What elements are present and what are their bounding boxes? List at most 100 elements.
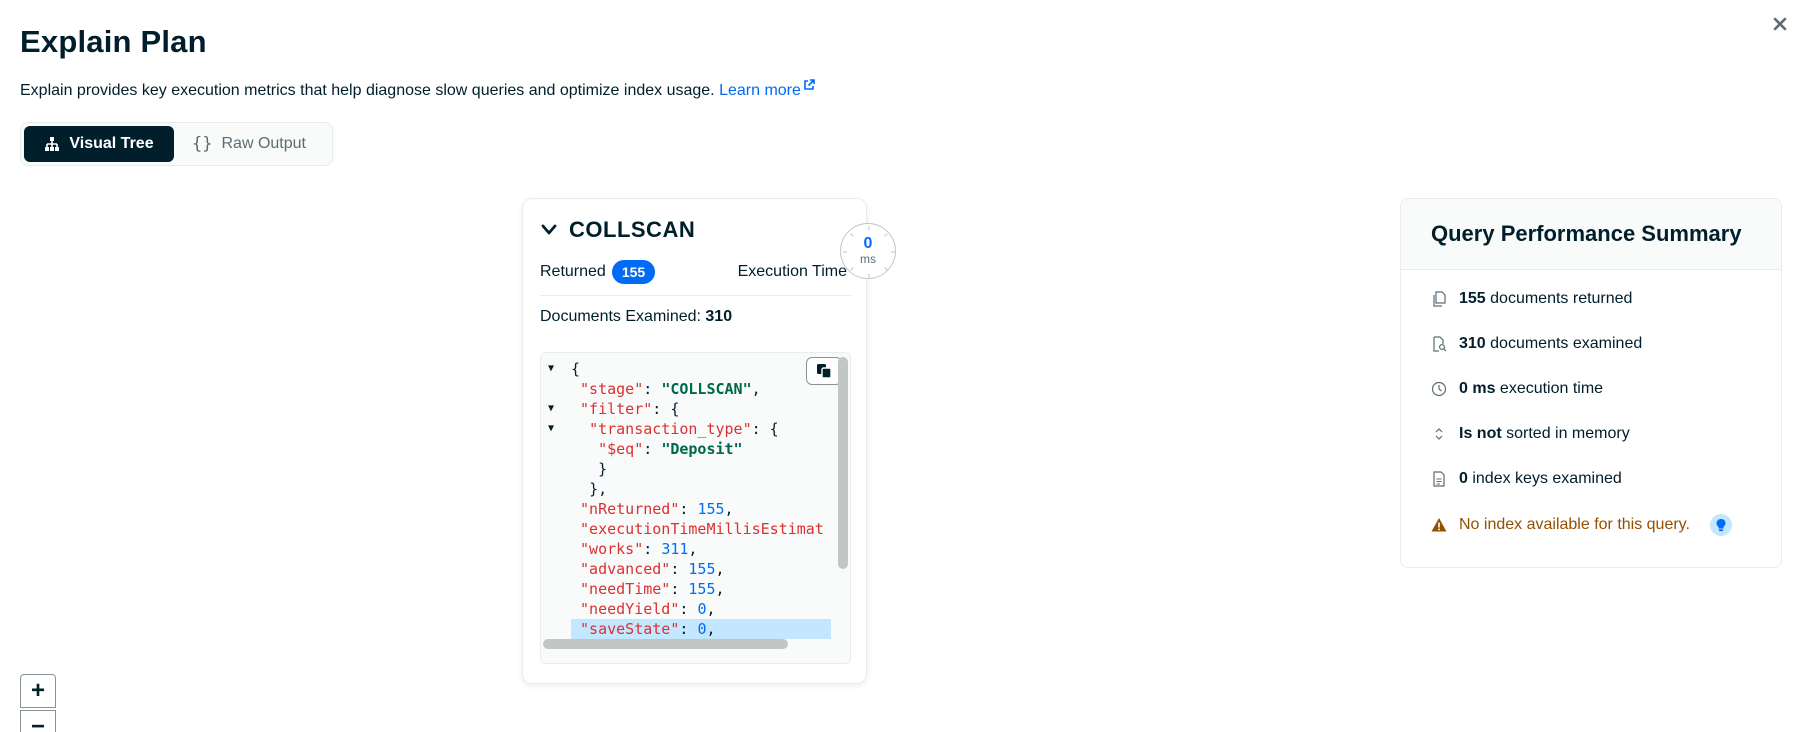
json-key: "stage" xyxy=(580,380,644,398)
lightbulb-icon[interactable] xyxy=(1709,514,1732,536)
json-value: 155 xyxy=(688,560,716,578)
returned-badge: 155 xyxy=(611,260,656,284)
zoom-in-button[interactable]: + xyxy=(20,674,56,708)
vertical-scrollbar[interactable] xyxy=(838,357,848,569)
raw-output-label: Raw Output xyxy=(221,135,306,152)
json-key: "saveState" xyxy=(580,620,680,638)
json-line: "needYield": 0, xyxy=(541,599,831,619)
summary-item-strong: 310 xyxy=(1459,335,1486,352)
dial-ticks-icon xyxy=(843,226,895,278)
json-key: "filter" xyxy=(580,400,653,418)
json-line: "stage": "COLLSCAN", xyxy=(541,379,831,399)
summary-item-rest: index keys examined xyxy=(1467,470,1622,487)
expand-triangle-icon[interactable]: ▼ xyxy=(548,399,554,419)
description-text: Explain provides key execution metrics t… xyxy=(20,82,715,99)
json-key: "needTime" xyxy=(580,580,671,598)
summary-item-strong: 0 ms xyxy=(1459,380,1496,397)
summary-item-rest: execution time xyxy=(1495,380,1604,397)
json-line: ▼ "filter": { xyxy=(541,399,831,419)
json-line-text: "needTime": 155, xyxy=(580,580,725,598)
json-line-text: "$eq": "Deposit" xyxy=(598,440,743,458)
json-key: "works" xyxy=(580,540,644,558)
json-line-text: "executionTimeMillisEstimat xyxy=(541,520,824,538)
horizontal-scrollbar[interactable] xyxy=(543,639,788,649)
summary-item-strong: 155 xyxy=(1459,290,1486,307)
documents-icon xyxy=(1433,291,1446,307)
json-line: ▼{ xyxy=(541,359,831,379)
json-line-text: "filter": { xyxy=(580,400,680,418)
json-lines: ▼{ "stage": "COLLSCAN", ▼ "filter": {▼ "t… xyxy=(541,359,831,639)
summary-no-index-warning: No index available for this query. xyxy=(1431,514,1732,536)
execution-time-dial: 0 ms xyxy=(840,223,896,279)
summary-item-strong: 0 xyxy=(1459,470,1468,487)
returned-label: Returned xyxy=(540,263,606,280)
index-document-icon xyxy=(1433,471,1445,487)
expand-triangle-icon[interactable]: ▼ xyxy=(548,419,554,439)
stage-json-code-block[interactable]: ▼{ "stage": "COLLSCAN", ▼ "filter": {▼ "t… xyxy=(540,352,851,664)
json-key: "nReturned" xyxy=(580,500,680,518)
close-icon[interactable] xyxy=(1768,12,1792,36)
json-line: "nReturned": 155, xyxy=(541,499,831,519)
visual-tree-tab[interactable]: Visual Tree xyxy=(24,126,174,162)
json-line: ▼ "transaction_type": { xyxy=(541,419,831,439)
warning-text: No index available for this query. xyxy=(1459,516,1690,533)
expand-triangle-icon[interactable]: ▼ xyxy=(548,359,554,379)
json-value: 155 xyxy=(697,500,725,518)
json-line: "executionTimeMillisEstimat xyxy=(541,519,831,539)
json-line-text: }, xyxy=(589,480,608,498)
summary-header: Query Performance Summary xyxy=(1401,199,1781,270)
explain-plan-modal: Explain Plan Explain provides key execut… xyxy=(0,0,1807,732)
json-line: "works": 311, xyxy=(541,539,831,559)
raw-output-tab[interactable]: {} Raw Output xyxy=(174,126,324,162)
json-value: 155 xyxy=(688,580,716,598)
json-line-text: "advanced": 155, xyxy=(580,560,725,578)
learn-more-link[interactable]: Learn more xyxy=(719,79,815,99)
chevron-down-icon[interactable] xyxy=(541,224,557,236)
docs-examined-label: Documents Examined: xyxy=(540,308,706,325)
card-divider xyxy=(540,295,851,296)
json-line-text: { xyxy=(571,360,581,378)
json-line: } xyxy=(541,459,831,479)
json-line-text: "nReturned": 155, xyxy=(580,500,734,518)
json-value: 0 xyxy=(697,620,707,638)
stage-title: COLLSCAN xyxy=(569,217,696,242)
json-key: "executionTimeMillisEstimat xyxy=(580,520,824,538)
summary-item-rest: documents returned xyxy=(1485,290,1633,307)
json-line: "advanced": 155, xyxy=(541,559,831,579)
zoom-out-button[interactable]: − xyxy=(20,710,56,732)
json-key: "needYield" xyxy=(580,600,680,618)
json-line: "$eq": "Deposit" xyxy=(541,439,831,459)
summary-item-rest: documents examined xyxy=(1485,335,1643,352)
clock-icon xyxy=(1431,381,1447,397)
summary-item-rest: sorted in memory xyxy=(1501,425,1630,442)
summary-title: Query Performance Summary xyxy=(1431,221,1742,246)
copy-button[interactable] xyxy=(806,357,842,385)
query-performance-summary: Query Performance Summary 155 documents … xyxy=(1400,198,1782,568)
json-line-text: "works": 311, xyxy=(580,540,698,558)
braces-icon: {} xyxy=(192,134,213,154)
documents-examined: Documents Examined: 310 xyxy=(540,308,732,326)
json-line-text: "transaction_type": { xyxy=(589,420,779,438)
json-key: "transaction_type" xyxy=(589,420,752,438)
stage-header[interactable]: COLLSCAN xyxy=(541,217,695,243)
summary-item-text: Is not sorted in memory xyxy=(1459,425,1630,443)
summary-item-text: 310 documents examined xyxy=(1459,335,1642,353)
returned-row: Returned 155 Execution Time xyxy=(540,260,851,284)
json-line-text: } xyxy=(598,460,608,478)
execution-time-label: Execution Time xyxy=(737,263,847,280)
external-link-icon xyxy=(804,79,815,90)
json-line: "needTime": 155, xyxy=(541,579,831,599)
stage-card-collscan: COLLSCAN Returned 155 Execution Time Doc… xyxy=(522,198,867,684)
json-value: 311 xyxy=(661,540,689,558)
visual-tree-label: Visual Tree xyxy=(69,135,154,152)
summary-item-text: 155 documents returned xyxy=(1459,290,1632,308)
sort-icon xyxy=(1435,428,1443,440)
summary-sorted-in-memory: Is not sorted in memory xyxy=(1431,425,1630,443)
page-description: Explain provides key execution metrics t… xyxy=(20,79,815,100)
json-key: "$eq" xyxy=(598,440,644,458)
json-line-text: "needYield": 0, xyxy=(580,600,716,618)
json-line-text: "saveState": 0, xyxy=(571,619,831,639)
warning-icon xyxy=(1431,518,1447,532)
summary-docs-examined: 310 documents examined xyxy=(1431,335,1642,353)
json-key: "advanced" xyxy=(580,560,671,578)
